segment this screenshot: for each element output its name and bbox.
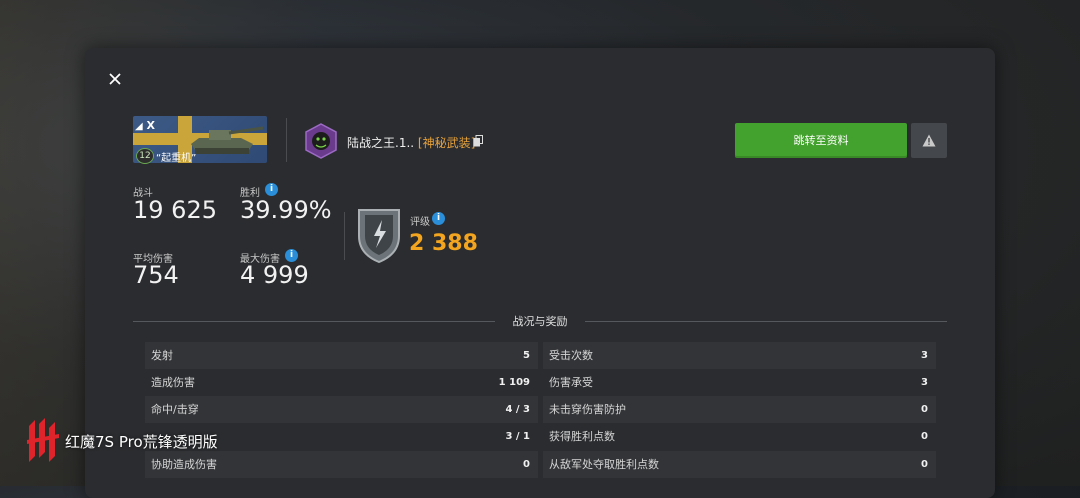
- stat-row-value: 0: [921, 404, 928, 415]
- stat-row-value: 0: [921, 459, 928, 470]
- stat-row: 协助造成伤害 0: [145, 451, 538, 478]
- redmagic-logo-icon: [27, 418, 59, 462]
- player-name: 陆战之王.1.. [神秘武装]: [347, 134, 475, 151]
- stat-row: 造成伤害 1 109: [145, 369, 538, 396]
- stat-row: 伤害承受 3: [543, 369, 936, 396]
- section-line-left: [133, 321, 495, 322]
- stat-row: 未击穿伤害防护 0: [543, 396, 936, 423]
- tier-label: ◢ X: [135, 119, 155, 132]
- stat-row-label: 受击次数: [549, 349, 593, 362]
- tank-tier: X: [146, 119, 156, 132]
- clan-emblem-icon: [305, 123, 337, 159]
- copy-icon[interactable]: [473, 135, 483, 147]
- goto-profile-button[interactable]: 跳转至资料: [735, 123, 907, 158]
- winrate-info-icon[interactable]: i: [265, 183, 278, 196]
- stat-row: 受击次数 3: [543, 342, 936, 369]
- battles-value: 19 625: [133, 196, 217, 224]
- stat-row: 发射 5: [145, 342, 538, 369]
- stat-row-label: 从敌军处夺取胜利点数: [549, 458, 659, 471]
- stat-row-value: 4 / 3: [505, 404, 530, 415]
- stat-row-value: 5: [523, 350, 530, 361]
- header-divider: [286, 118, 287, 162]
- section-title: 战况与奖励: [512, 315, 568, 328]
- max-damage-value: 4 999: [240, 261, 309, 289]
- stat-row-label: 未击穿伤害防护: [549, 403, 626, 416]
- stat-row-value: 1 109: [498, 377, 530, 388]
- rating-value: 2 388: [409, 231, 478, 256]
- stat-row-value: 0: [921, 431, 928, 442]
- tank-name: “起重机”: [156, 153, 197, 164]
- player-nickname: 陆战之王.1..: [347, 136, 415, 150]
- clan-tag[interactable]: [神秘武装]: [418, 136, 475, 150]
- stat-row-label: 造成伤害: [151, 376, 195, 389]
- stat-row-label: 协助造成伤害: [151, 458, 217, 471]
- stat-row: 从敌军处夺取胜利点数 0: [543, 451, 936, 478]
- stat-row: 命中/击穿 4 / 3: [145, 396, 538, 423]
- warning-icon: [922, 134, 936, 147]
- device-watermark: 红魔7S Pro荒锋透明版: [65, 433, 218, 451]
- stat-row-value: 3: [921, 350, 928, 361]
- stat-row: 获得胜利点数 0: [543, 423, 936, 450]
- stat-row-label: 伤害承受: [549, 376, 593, 389]
- close-icon[interactable]: [104, 68, 126, 90]
- section-line-right: [585, 321, 947, 322]
- winrate-value: 39.99%: [240, 196, 332, 224]
- avg-damage-value: 754: [133, 261, 179, 289]
- tank-class-icon: ◢: [135, 121, 143, 132]
- tank-level-badge: 12: [136, 148, 154, 164]
- rating-shield-icon: [358, 209, 400, 264]
- stat-row-value: 3: [921, 377, 928, 388]
- report-button[interactable]: [911, 123, 947, 158]
- stats-divider: [344, 212, 345, 260]
- stat-row-value: 0: [523, 459, 530, 470]
- stat-row-label: 发射: [151, 349, 173, 362]
- stat-row-value: 3 / 1: [505, 431, 530, 442]
- rating-info-icon[interactable]: i: [432, 212, 445, 225]
- stat-row-label: 命中/击穿: [151, 403, 199, 416]
- stat-row-label: 获得胜利点数: [549, 430, 615, 443]
- rating-label: 评级: [410, 217, 430, 228]
